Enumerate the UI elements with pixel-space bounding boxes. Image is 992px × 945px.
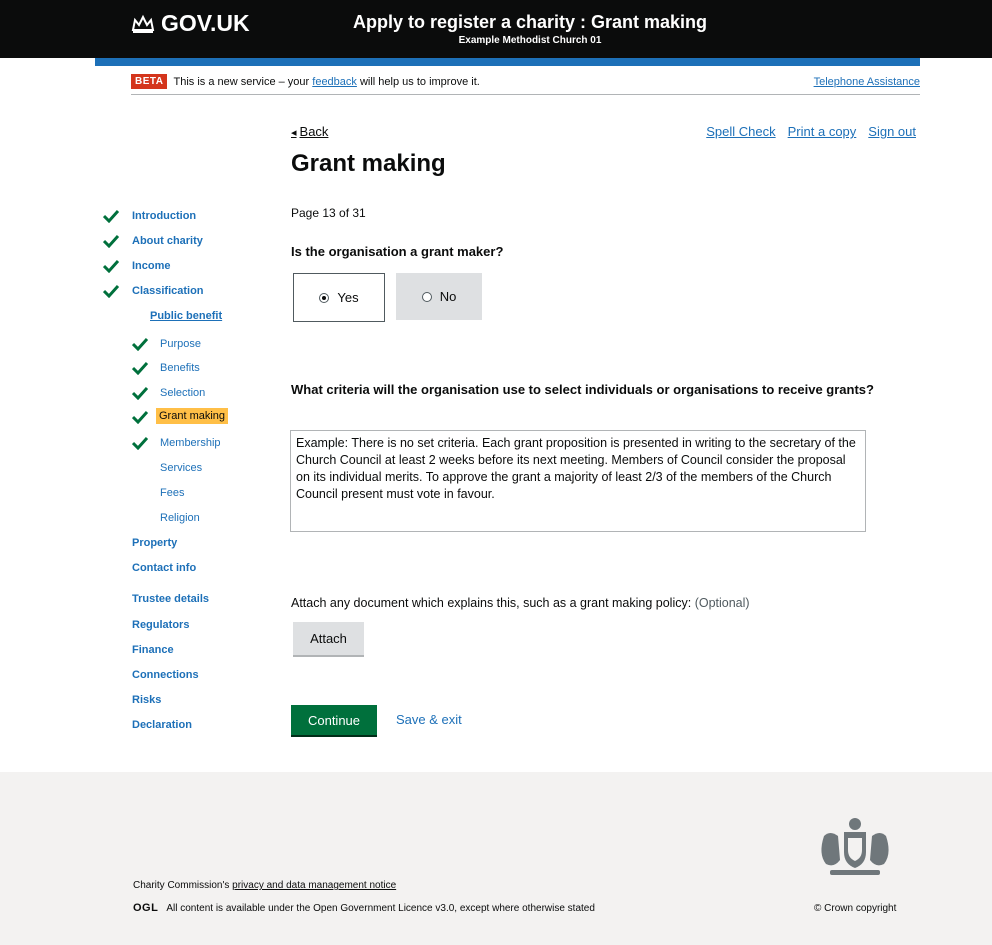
utility-links: Spell Check Print a copy Sign out (706, 124, 916, 139)
attach-label-text: Attach any document which explains this,… (291, 596, 695, 610)
sidebar-item-label: Contact info (132, 562, 197, 574)
sidebar-item-connections[interactable]: Connections (132, 669, 199, 681)
site-header: GOV.UK Apply to register a charity : Gra… (0, 0, 992, 58)
sidebar-item-label: About charity (132, 235, 203, 247)
radio-yes-label: Yes (337, 290, 359, 305)
check-icon (132, 410, 148, 424)
sidebar-item-contact-info[interactable]: Contact info (132, 562, 196, 574)
sidebar-item-religion[interactable]: Religion (160, 512, 200, 524)
check-icon (103, 209, 119, 223)
page-counter: Page 13 of 31 (291, 206, 366, 220)
sidebar-item-label: Declaration (132, 719, 192, 731)
optional-tag: (Optional) (694, 596, 750, 610)
sidebar-item-label: Connections (132, 669, 199, 681)
sidebar-item-about-charity[interactable]: About charity (132, 235, 203, 247)
service-subtitle: Example Methodist Church 01 (458, 35, 602, 46)
privacy-link[interactable]: privacy and data management notice (232, 880, 396, 891)
sidebar-item-benefits[interactable]: Benefits (160, 362, 200, 374)
sidebar-item-trustee-details[interactable]: Trustee details (132, 593, 209, 605)
ogl-logo: OGL (133, 902, 159, 914)
sidebar-item-label: Grant making (156, 408, 229, 424)
radio-no[interactable]: No (396, 273, 482, 320)
feedback-link[interactable]: feedback (312, 76, 357, 88)
attach-label: Attach any document which explains this,… (291, 596, 750, 610)
sidebar-item-property[interactable]: Property (132, 537, 177, 549)
criteria-question: What criteria will the organisation use … (291, 382, 874, 397)
sidebar-item-label: Property (132, 537, 178, 549)
telephone-assistance-link[interactable]: Telephone Assistance (814, 76, 920, 88)
attach-button[interactable]: Attach (293, 622, 364, 655)
sidebar-item-membership[interactable]: Membership (160, 437, 221, 449)
crown-icon (131, 14, 155, 33)
sidebar-item-label: Income (132, 260, 171, 272)
sign-out-link[interactable]: Sign out (868, 124, 916, 139)
sidebar-item-label: Purpose (160, 338, 201, 350)
crown-copyright-text: © Crown copyright (814, 903, 897, 914)
criteria-textarea[interactable]: Example: There is no set criteria. Each … (290, 430, 866, 532)
govuk-logo[interactable]: GOV.UK (131, 10, 250, 37)
privacy-prefix: Charity Commission's (133, 880, 233, 891)
beta-text-before: This is a new service – your (173, 75, 313, 88)
sidebar-item-label: Regulators (132, 619, 190, 631)
sidebar-item-introduction[interactable]: Introduction (132, 210, 196, 222)
sidebar-item-public-benefit[interactable]: Public benefit (150, 310, 222, 322)
radio-yes[interactable]: Yes (293, 273, 385, 322)
continue-button[interactable]: Continue (291, 705, 377, 735)
sidebar-item-label: Finance (132, 644, 174, 656)
ogl-text: All content is available under the Open … (166, 902, 595, 914)
sidebar-item-label: Selection (160, 387, 206, 399)
check-icon (103, 234, 119, 248)
sidebar-item-label: Benefits (160, 362, 200, 374)
sidebar-item-label: Membership (160, 437, 221, 449)
sidebar-item-regulators[interactable]: Regulators (132, 619, 189, 631)
beta-text-after: will help us to improve it. (356, 75, 480, 88)
sidebar-item-label: Classification (132, 285, 204, 297)
sidebar-item-label: Public benefit (150, 310, 223, 322)
sidebar-item-fees[interactable]: Fees (160, 487, 184, 499)
check-icon (132, 337, 148, 351)
grant-maker-question: Is the organisation a grant maker? (291, 244, 504, 259)
page-title: Grant making (291, 150, 446, 177)
licence-notice: OGL All content is available under the O… (133, 902, 595, 914)
spell-check-link[interactable]: Spell Check (706, 124, 775, 139)
check-icon (103, 284, 119, 298)
crown-copyright[interactable]: © Crown copyright (814, 903, 896, 914)
sidebar-item-grant-making[interactable]: Grant making (156, 408, 229, 424)
sidebar-item-label: Religion (160, 512, 200, 524)
save-exit-link[interactable]: Save & exit (396, 712, 462, 727)
sidebar-item-label: Risks (132, 694, 162, 706)
radio-no-label: No (439, 289, 457, 304)
service-title: Apply to register a charity : Grant maki… (352, 12, 708, 32)
check-icon (132, 436, 148, 450)
sidebar-item-classification[interactable]: Classification (132, 285, 204, 297)
sidebar-item-label: Trustee details (132, 593, 210, 605)
beta-tag: BETA (131, 74, 168, 89)
logo-text: GOV.UK (161, 10, 250, 36)
privacy-notice: Charity Commission's privacy and data ma… (133, 880, 396, 891)
radio-unselected-icon (421, 291, 432, 302)
sidebar-item-label: Fees (160, 487, 185, 499)
check-icon (132, 361, 148, 375)
check-icon (132, 386, 148, 400)
sidebar-item-label: Services (160, 462, 203, 474)
sidebar-item-purpose[interactable]: Purpose (160, 338, 201, 350)
header-underline (95, 58, 920, 66)
royal-coat-of-arms-icon (821, 818, 889, 875)
sidebar-item-income[interactable]: Income (132, 260, 171, 272)
sidebar-item-services[interactable]: Services (160, 462, 202, 474)
check-icon (103, 259, 119, 273)
radio-selected-icon (319, 292, 330, 303)
sidebar-item-selection[interactable]: Selection (160, 387, 205, 399)
sidebar-item-declaration[interactable]: Declaration (132, 719, 192, 731)
beta-banner: BETA This is a new service – your feedba… (131, 74, 480, 89)
print-link[interactable]: Print a copy (788, 124, 857, 139)
sidebar-item-label: Introduction (132, 210, 197, 222)
sidebar-item-finance[interactable]: Finance (132, 644, 174, 656)
back-link[interactable]: Back (291, 124, 329, 139)
sidebar-item-risks[interactable]: Risks (132, 694, 161, 706)
beta-divider (131, 94, 920, 95)
